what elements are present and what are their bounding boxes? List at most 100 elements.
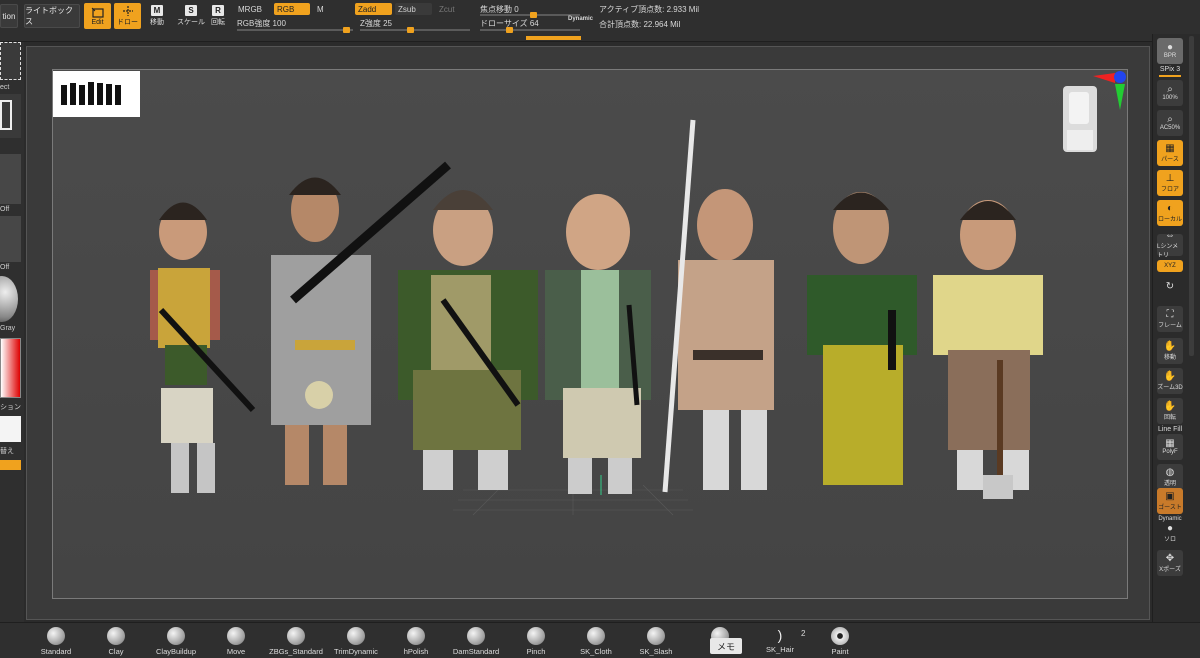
texture-frame-icon	[0, 100, 12, 130]
brush-claybuildup[interactable]: ClayBuildup	[146, 623, 206, 658]
right-panel-scrollbar[interactable]	[1189, 36, 1194, 356]
polyframe-button[interactable]: ▦ PolyF	[1157, 434, 1183, 460]
lightbox-button[interactable]: ライトボックス	[24, 4, 80, 28]
hand-icon: ✋	[1163, 340, 1177, 352]
rgb-intensity-knob[interactable]	[343, 27, 350, 33]
menu-button[interactable]: tion	[0, 4, 18, 28]
lightbox-label: ライトボックス	[25, 6, 73, 26]
brush-paint[interactable]: Paint	[810, 623, 870, 658]
draw-icon	[122, 6, 133, 16]
z-intensity-slider[interactable]	[360, 27, 470, 33]
z-intensity-knob[interactable]	[407, 27, 414, 33]
swap-button[interactable]	[0, 460, 21, 470]
xyz-button[interactable]: XYZ	[1157, 260, 1183, 272]
edit-label: Edit	[91, 18, 104, 26]
brush-damstandard[interactable]: DamStandard	[446, 623, 506, 658]
xpose-icon: ✥	[1165, 552, 1175, 564]
draw-size-slider[interactable]	[480, 27, 580, 33]
draw-size-knob[interactable]	[506, 27, 513, 33]
brush-zbgs-icon	[287, 627, 305, 645]
rotate-label: 回転	[211, 19, 225, 26]
brush-paint-icon	[831, 627, 849, 645]
scale-tool-button[interactable]: S スケール	[177, 5, 205, 27]
left-panel: ect Off Off Gray ション 替え	[0, 42, 24, 622]
active-points-count: アクティブ頂点数: 2.933 Mil	[599, 5, 700, 14]
brush-move[interactable]: Move	[206, 623, 266, 658]
brush-move-icon	[227, 627, 245, 645]
document-viewport[interactable]	[52, 69, 1128, 599]
floor-icon: ⊥	[1165, 172, 1175, 184]
brush-pinch[interactable]: Pinch	[506, 623, 566, 658]
material-label: Gray	[0, 325, 16, 332]
polyframe-icon: ▦	[1165, 438, 1175, 449]
move-tool-button[interactable]: M 移動	[150, 5, 164, 27]
zcut-toggle[interactable]: Zcut	[436, 3, 466, 15]
brush-sk-slash[interactable]: SK_Slash	[626, 623, 686, 658]
color-picker[interactable]	[0, 338, 21, 398]
move-view-button[interactable]: ✋ 移動	[1157, 338, 1183, 364]
brush-claybuildup-icon	[167, 627, 185, 645]
scale-label: スケール	[177, 19, 205, 26]
dynamic-label[interactable]: Dynamic	[568, 16, 593, 22]
rotate-axis-icon: ↻	[1165, 281, 1175, 292]
zadd-toggle[interactable]: Zadd	[355, 3, 392, 15]
brush-sk-cloth-icon	[587, 627, 605, 645]
m-toggle[interactable]: M	[314, 3, 334, 15]
zsub-toggle[interactable]: Zsub	[395, 3, 432, 15]
brush-clay[interactable]: Clay	[86, 623, 146, 658]
brush-standard[interactable]: Standard	[26, 623, 86, 658]
frame-button[interactable]: ⛶ フレーム	[1157, 306, 1183, 332]
texture-off-label: Off	[0, 264, 10, 271]
select-rect-button[interactable]	[0, 42, 21, 80]
main-color-swatch[interactable]	[0, 416, 21, 442]
gradient-label: ション	[0, 404, 21, 411]
solo-button[interactable]: ● ソロ	[1157, 520, 1183, 546]
symmetry-icon: ⇔	[1165, 230, 1175, 241]
z-intensity-label: Z強度 25	[360, 19, 393, 28]
perspective-icon: ▦	[1165, 142, 1175, 154]
edit-button[interactable]: Edit	[84, 3, 111, 29]
linefill-label[interactable]: Line Fill	[1153, 426, 1187, 433]
xpose-button[interactable]: ✥ Xポーズ	[1157, 550, 1183, 576]
alpha-slot[interactable]	[0, 154, 21, 204]
figure-1	[150, 202, 256, 493]
rgb-intensity-slider[interactable]	[237, 27, 353, 33]
solo-icon: ●	[1166, 522, 1174, 534]
edit-icon	[91, 7, 104, 18]
rgb-toggle[interactable]: RGB	[274, 3, 310, 15]
ghost-icon: ▣	[1165, 490, 1175, 502]
navigation-head-icon[interactable]	[1063, 86, 1097, 152]
zoom3d-button[interactable]: ✋ ズーム3D	[1157, 368, 1183, 394]
rotate-view-button[interactable]: ✋ 回転	[1157, 398, 1183, 424]
aahalf-button[interactable]: ⌕ AC50%	[1157, 110, 1183, 136]
focal-shift-slider[interactable]	[480, 12, 580, 18]
brush-sk-cloth[interactable]: SK_Cloth	[566, 623, 626, 658]
actual-size-button[interactable]: ⌕ 100%	[1157, 80, 1183, 106]
brush-zbgs-standard[interactable]: ZBGs_Standard	[266, 623, 326, 658]
perspective-button[interactable]: ▦ パース	[1157, 140, 1183, 166]
move-icon: M	[151, 5, 163, 16]
local-icon: ◐	[1166, 202, 1174, 214]
local-button[interactable]: ◐ ローカル	[1157, 200, 1183, 226]
top-toolbar: tion ライトボックス Edit ドロー M 移動 S スケール R 回転 M…	[0, 0, 1200, 42]
axis-gizmo[interactable]	[1093, 71, 1126, 110]
figure-6	[807, 192, 917, 485]
material-sphere-icon[interactable]	[0, 276, 18, 322]
texture-off-slot[interactable]	[0, 216, 21, 262]
brush-trimdynamic[interactable]: TrimDynamic	[326, 623, 386, 658]
mrgb-toggle[interactable]: MRGB	[235, 3, 271, 15]
transparency-button[interactable]: ◍ 透明	[1157, 464, 1183, 490]
draw-button[interactable]: ドロー	[114, 3, 141, 29]
lsym-button[interactable]: ⇔ Lシンメトリ	[1157, 230, 1183, 259]
spix-label[interactable]: SPix 3	[1153, 66, 1187, 73]
ghost-button[interactable]: ▣ ゴースト	[1157, 488, 1183, 514]
bpr-button[interactable]: ● BPR	[1157, 38, 1183, 64]
rotation-axis-button[interactable]: ↻	[1157, 276, 1183, 298]
brush-hpolish[interactable]: hPolish	[386, 623, 446, 658]
brush-trimdynamic-icon	[347, 627, 365, 645]
zoom-icon: ⌕	[1167, 84, 1173, 95]
floor-button[interactable]: ⊥ フロア	[1157, 170, 1183, 196]
texture-slot[interactable]	[0, 94, 21, 138]
rotate-tool-button[interactable]: R 回転	[211, 5, 225, 27]
spix-slider[interactable]	[1159, 75, 1181, 77]
